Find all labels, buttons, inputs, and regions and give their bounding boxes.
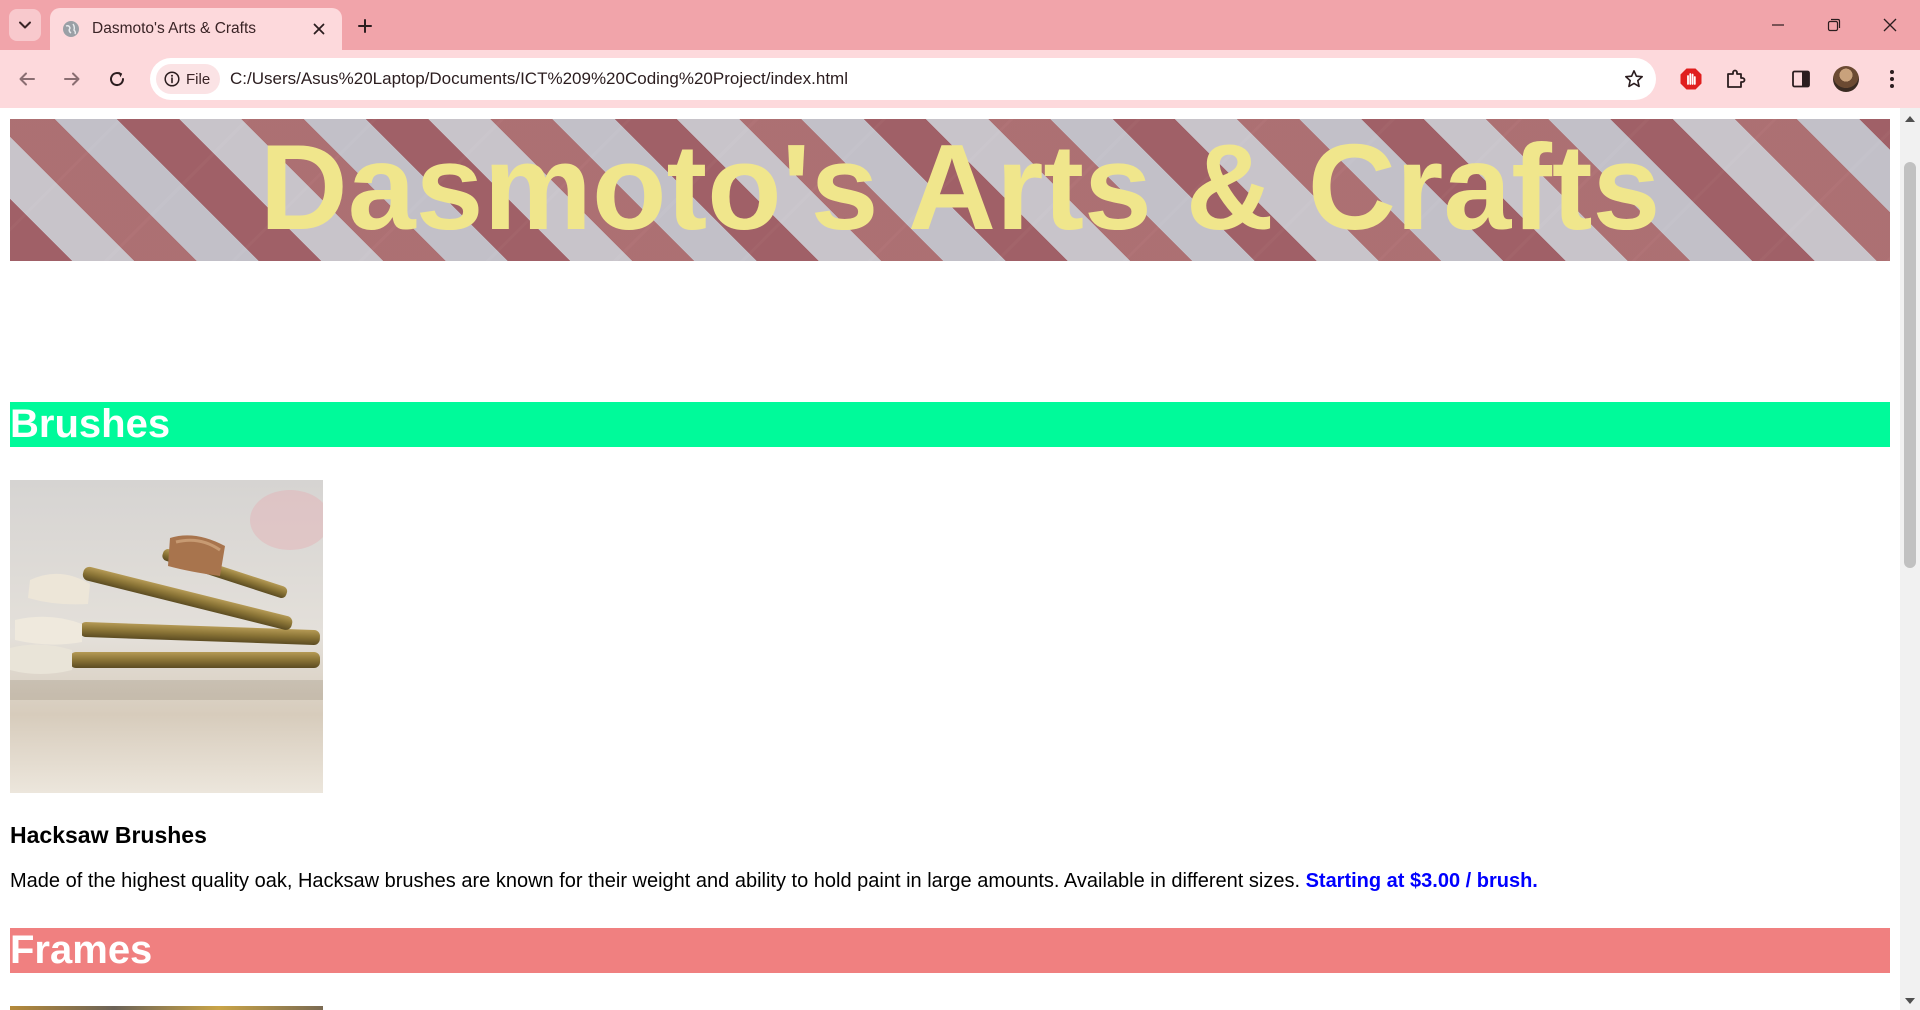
- close-icon: [1883, 18, 1897, 32]
- site-info-chip[interactable]: File: [156, 64, 221, 94]
- url-text[interactable]: C:/Users/Asus%20Laptop/Documents/ICT%209…: [230, 69, 848, 89]
- tab-search-button[interactable]: [9, 9, 41, 41]
- brushes-product-image: [10, 480, 323, 793]
- browser-toolbar: File C:/Users/Asus%20Laptop/Documents/IC…: [0, 50, 1920, 140]
- side-panel-icon: [1792, 70, 1810, 88]
- puzzle-icon: [1727, 69, 1746, 88]
- forward-arrow-icon: [64, 72, 80, 86]
- minimize-button[interactable]: [1750, 0, 1806, 50]
- chevron-down-icon: [19, 21, 31, 29]
- scroll-up-arrow-icon[interactable]: [1900, 112, 1920, 126]
- page-viewport: Dasmoto's Arts & Crafts Brushes Hacksaw …: [0, 108, 1900, 1010]
- tab-title: Dasmoto's Arts & Crafts: [92, 20, 257, 37]
- restore-button[interactable]: [1806, 0, 1862, 50]
- adblock-extension-button[interactable]: [1675, 63, 1707, 95]
- browser-menu-button[interactable]: [1876, 63, 1908, 95]
- reload-button[interactable]: [99, 61, 135, 97]
- extensions-button[interactable]: [1720, 63, 1752, 95]
- kebab-menu-icon: [1890, 70, 1894, 88]
- scroll-down-arrow-icon[interactable]: [1900, 994, 1920, 1008]
- side-panel-button[interactable]: [1785, 63, 1817, 95]
- back-arrow-icon: [19, 72, 35, 86]
- back-button[interactable]: [9, 61, 45, 97]
- header-banner: Dasmoto's Arts & Crafts: [10, 119, 1890, 261]
- site-chip-label: File: [186, 70, 211, 88]
- bookmark-button[interactable]: [1622, 67, 1646, 91]
- globe-icon: [62, 20, 80, 38]
- scrollbar-thumb[interactable]: [1904, 162, 1916, 568]
- profile-button[interactable]: [1830, 63, 1862, 95]
- vertical-scrollbar[interactable]: [1900, 108, 1920, 1010]
- star-icon: [1625, 70, 1643, 88]
- frames-product-image: [10, 1006, 323, 1010]
- plus-icon: [358, 19, 372, 33]
- info-icon: [164, 71, 180, 87]
- reload-icon: [110, 71, 125, 87]
- product-title-hacksaw-brushes: Hacksaw Brushes: [10, 822, 207, 848]
- section-heading-brushes: Brushes: [10, 402, 1890, 447]
- product-description: Made of the highest quality oak, Hacksaw…: [10, 870, 1890, 893]
- stop-hand-icon: [1680, 68, 1702, 90]
- page-title: Dasmoto's Arts & Crafts: [259, 119, 1661, 255]
- restore-icon: [1827, 18, 1841, 32]
- avatar: [1833, 66, 1859, 92]
- product-description-text: Made of the highest quality oak, Hacksaw…: [10, 870, 1306, 892]
- active-tab[interactable]: Dasmoto's Arts & Crafts: [50, 8, 342, 50]
- forward-button[interactable]: [54, 61, 90, 97]
- section-heading-frames: Frames: [10, 928, 1890, 973]
- address-bar[interactable]: File C:/Users/Asus%20Laptop/Documents/IC…: [150, 58, 1656, 100]
- close-window-button[interactable]: [1862, 0, 1918, 50]
- tab-close-icon[interactable]: [308, 18, 330, 40]
- minimize-icon: [1772, 24, 1784, 26]
- new-tab-button[interactable]: [351, 12, 379, 40]
- tab-strip: Dasmoto's Arts & Crafts: [0, 0, 1920, 50]
- product-price: Starting at $3.00 / brush.: [1305, 870, 1538, 892]
